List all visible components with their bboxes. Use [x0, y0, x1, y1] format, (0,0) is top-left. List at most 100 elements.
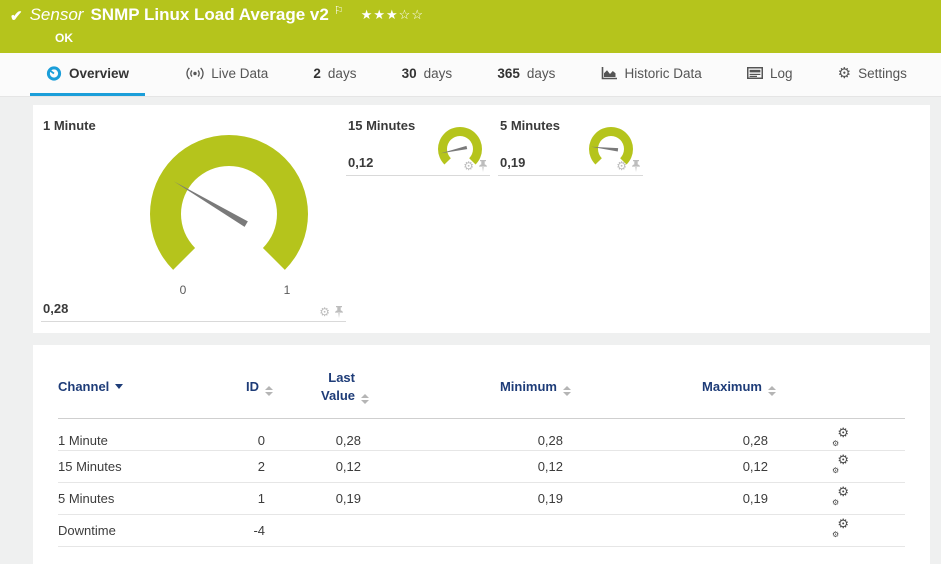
gauges-panel: 1 Minute 0 1 0,28 ⚙ 15 Minutes 0,12 ⚙ 5 … [33, 105, 930, 333]
gauge-widget-5-minutes[interactable]: 5 Minutes 0,19 ⚙ [498, 112, 643, 176]
tab-historic-data[interactable]: Historic Data [597, 53, 706, 96]
cell-last-value: 0,28 [273, 418, 369, 452]
gear-icon: ⚙ [837, 64, 852, 82]
tab-label: Historic Data [624, 65, 702, 81]
tab-2-days[interactable]: 2 days [309, 53, 360, 96]
status-badge: OK [55, 31, 73, 45]
tab-label: Overview [69, 65, 130, 81]
gauge-title: 1 Minute [43, 118, 96, 133]
tab-label: Settings [858, 65, 907, 81]
cell-maximum [571, 514, 776, 548]
cell-last-value: 0,12 [273, 450, 369, 484]
tab-365-days[interactable]: 365 days [493, 53, 559, 96]
sort-icon [563, 385, 571, 396]
cell-channel: 1 Minute [58, 418, 208, 452]
cell-last-value: 0,19 [273, 482, 369, 516]
channel-settings-icon[interactable]: ⚙ ⚙ [832, 485, 849, 507]
tab-overview[interactable]: Overview [30, 53, 146, 96]
tab-label: Live Data [211, 65, 269, 81]
sensor-header-bar: ✔ Sensor SNMP Linux Load Average v2 ⚐ ★★… [0, 0, 941, 53]
widget-controls: ⚙ [463, 160, 488, 172]
tab-30-days[interactable]: 30 days [398, 53, 457, 96]
column-header-last-value[interactable]: Last Value [273, 363, 369, 420]
column-label: Last Value [321, 370, 355, 403]
gauge-tick-min: 0 [180, 283, 187, 297]
cell-last-value [273, 514, 369, 548]
sensor-title-row: ✔ Sensor SNMP Linux Load Average v2 ⚐ ★★… [10, 5, 424, 25]
broadcast-icon [186, 67, 204, 79]
tab-number: 30 [401, 65, 417, 81]
tab-settings[interactable]: ⚙ Settings [834, 53, 911, 96]
pin-icon[interactable] [631, 160, 641, 172]
priority-stars[interactable]: ★★★☆☆ [361, 7, 424, 23]
area-chart-icon [601, 67, 617, 80]
gauge-value: 0,19 [500, 155, 526, 170]
tab-number: 365 [497, 65, 520, 81]
sort-icon [768, 385, 776, 396]
cell-id: 2 [208, 450, 273, 484]
cell-maximum: 0,12 [571, 450, 776, 484]
widget-gear-icon[interactable]: ⚙ [319, 306, 330, 318]
ok-check-icon: ✔ [10, 8, 23, 25]
flag-icon[interactable]: ⚐ [334, 4, 344, 17]
tab-label: days [423, 65, 453, 81]
column-header-channel[interactable]: Channel [58, 363, 208, 420]
channel-settings-icon[interactable]: ⚙ ⚙ [832, 453, 849, 475]
channels-table-panel: Channel ID LastValue Minimum Maximum 1 [33, 345, 930, 564]
cell-id: 1 [208, 482, 273, 516]
cell-channel: Downtime [58, 514, 208, 548]
cell-id: 0 [208, 418, 273, 452]
tab-label: Log [769, 65, 793, 81]
gauge-arc [150, 134, 308, 270]
log-icon [746, 67, 763, 79]
cell-minimum: 0,28 [369, 418, 571, 452]
column-label: Maximum [702, 378, 762, 394]
column-label: ID [246, 378, 259, 394]
tab-label: days [526, 65, 556, 81]
cell-id: -4 [208, 514, 273, 548]
sort-icon [265, 385, 273, 396]
table-row: 15 Minutes 2 0,12 0,12 0,12 ⚙ ⚙ [58, 450, 905, 484]
column-header-minimum[interactable]: Minimum [369, 363, 571, 420]
column-header-actions [776, 363, 905, 420]
gauge-widget-15-minutes[interactable]: 15 Minutes 0,12 ⚙ [346, 112, 490, 176]
table-header-row: Channel ID Last Value Minimum Maximum [58, 363, 905, 420]
gauge-value: 0,28 [43, 301, 69, 316]
column-label: Minimum [499, 378, 557, 394]
tab-number: 2 [313, 65, 321, 81]
sensor-title: SNMP Linux Load Average v2 [90, 5, 329, 24]
sensor-kind-label: Sensor [29, 5, 84, 24]
gauge-icon [46, 66, 62, 81]
prtg-sensor-page: { "header": { "kind": "Sensor", "title":… [0, 0, 941, 564]
channel-settings-icon[interactable]: ⚙ ⚙ [832, 426, 849, 448]
widget-gear-icon[interactable]: ⚙ [616, 160, 627, 172]
sort-icon [361, 394, 369, 405]
gauge-arc [438, 127, 482, 165]
gauge-title: 15 Minutes [348, 118, 416, 133]
cell-maximum: 0,19 [571, 482, 776, 516]
tab-log[interactable]: Log [743, 53, 797, 96]
sorted-desc-icon [115, 383, 124, 389]
tab-bar: Overview Live Data 2 days 30 days 365 da… [0, 53, 941, 97]
channel-settings-icon[interactable]: ⚙ ⚙ [832, 517, 849, 539]
gauge-tick-max: 1 [284, 283, 291, 297]
gauge-widget-1-minute[interactable]: 1 Minute 0 1 0,28 ⚙ [41, 112, 346, 322]
cell-minimum: 0,12 [369, 450, 571, 484]
column-header-maximum[interactable]: Maximum [571, 363, 776, 420]
cell-channel: 15 Minutes [58, 450, 208, 484]
column-header-id[interactable]: ID [208, 363, 273, 420]
table-row: 5 Minutes 1 0,19 0,19 0,19 ⚙ ⚙ [58, 482, 905, 516]
cell-channel: 5 Minutes [58, 482, 208, 516]
column-label: Channel [58, 378, 110, 394]
tab-label: days [327, 65, 357, 81]
gauge-title: 5 Minutes [500, 118, 560, 133]
cell-minimum [369, 514, 571, 548]
pin-icon[interactable] [478, 160, 488, 172]
widget-gear-icon[interactable]: ⚙ [463, 160, 474, 172]
cell-minimum: 0,19 [369, 482, 571, 516]
tab-live-data[interactable]: Live Data [182, 53, 272, 96]
table-row: Downtime -4 ⚙ ⚙ [58, 514, 905, 548]
cell-maximum: 0,28 [571, 418, 776, 452]
channels-table: Channel ID LastValue Minimum Maximum 1 [58, 363, 905, 548]
pin-icon[interactable] [334, 306, 344, 318]
